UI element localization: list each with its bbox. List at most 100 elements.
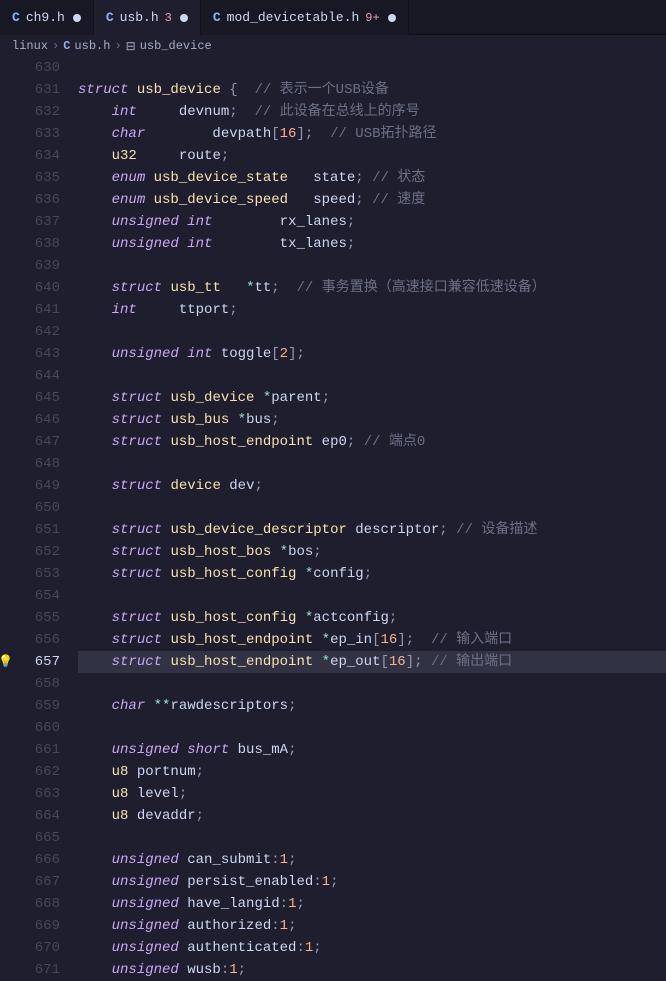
dirty-dot-icon	[73, 14, 81, 22]
code-line[interactable]: unsigned short bus_mA;	[78, 739, 666, 761]
c-file-icon: C	[213, 10, 221, 25]
line-number: 639	[0, 255, 60, 277]
line-number: 670	[0, 937, 60, 959]
code-line[interactable]: struct usb_bus *bus;	[78, 409, 666, 431]
code-line[interactable]	[78, 497, 666, 519]
line-number: 650	[0, 497, 60, 519]
line-number: 663	[0, 783, 60, 805]
line-number: 641	[0, 299, 60, 321]
tab-badge: 9+	[365, 11, 379, 25]
code-line[interactable]: enum usb_device_state state; // 状态	[78, 167, 666, 189]
line-number: 648	[0, 453, 60, 475]
code-line[interactable]: u8 devaddr;	[78, 805, 666, 827]
tab-label: mod_devicetable.h	[227, 10, 360, 25]
line-number: 658	[0, 673, 60, 695]
line-number: 668	[0, 893, 60, 915]
c-file-icon: C	[12, 10, 20, 25]
code-line[interactable]: unsigned int rx_lanes;	[78, 211, 666, 233]
line-number: 659	[0, 695, 60, 717]
code-line[interactable]	[78, 255, 666, 277]
tab-label: ch9.h	[26, 10, 65, 25]
code-line[interactable]: char devpath[16]; // USB拓扑路径	[78, 123, 666, 145]
line-number: 665	[0, 827, 60, 849]
code-line[interactable]: unsigned authenticated:1;	[78, 937, 666, 959]
code-line[interactable]	[78, 585, 666, 607]
line-number: 669	[0, 915, 60, 937]
code-line[interactable]: unsigned persist_enabled:1;	[78, 871, 666, 893]
code-line[interactable]: char **rawdescriptors;	[78, 695, 666, 717]
dirty-dot-icon	[180, 14, 188, 22]
code-line[interactable]	[78, 321, 666, 343]
tab-badge: 3	[165, 11, 172, 25]
line-number: 633	[0, 123, 60, 145]
line-number: 666	[0, 849, 60, 871]
code-line[interactable]: struct usb_host_endpoint *ep_out[16]; //…	[78, 651, 666, 673]
c-file-icon: C	[106, 10, 114, 25]
struct-icon: ⊟	[126, 39, 136, 54]
code-area[interactable]: struct usb_device { // 表示一个USB设备 int dev…	[78, 57, 666, 972]
line-number: 653	[0, 563, 60, 585]
code-line[interactable]: struct usb_host_config *config;	[78, 563, 666, 585]
line-number: 647	[0, 431, 60, 453]
code-line[interactable]: unsigned int toggle[2];	[78, 343, 666, 365]
code-line[interactable]: int devnum; // 此设备在总线上的序号	[78, 101, 666, 123]
bc-folder: linux	[12, 39, 48, 53]
code-line[interactable]	[78, 453, 666, 475]
code-line[interactable]: u8 level;	[78, 783, 666, 805]
code-line[interactable]: unsigned have_langid:1;	[78, 893, 666, 915]
line-number: 632	[0, 101, 60, 123]
code-line[interactable]: struct usb_host_endpoint ep0; // 端点0	[78, 431, 666, 453]
code-line[interactable]: unsigned authorized:1;	[78, 915, 666, 937]
line-number: 664	[0, 805, 60, 827]
gutter: 6306316326336346356366376386396406416426…	[0, 57, 78, 972]
line-number: 637	[0, 211, 60, 233]
code-line[interactable]: struct usb_host_bos *bos;	[78, 541, 666, 563]
editor[interactable]: 6306316326336346356366376386396406416426…	[0, 57, 666, 972]
code-line[interactable]	[78, 365, 666, 387]
line-number: 636	[0, 189, 60, 211]
code-line[interactable]	[78, 717, 666, 739]
line-number: 654	[0, 585, 60, 607]
code-line[interactable]: struct usb_tt *tt; // 事务置换（高速接口兼容低速设备）	[78, 277, 666, 299]
code-line[interactable]	[78, 827, 666, 849]
code-line[interactable]: struct usb_host_config *actconfig;	[78, 607, 666, 629]
line-number: 630	[0, 57, 60, 79]
line-number: 662	[0, 761, 60, 783]
tab-label: usb.h	[120, 10, 159, 25]
code-line[interactable]: int ttport;	[78, 299, 666, 321]
code-line[interactable]: u8 portnum;	[78, 761, 666, 783]
code-line[interactable]: unsigned can_submit:1;	[78, 849, 666, 871]
line-number: 657💡	[0, 651, 60, 673]
c-file-icon: C	[63, 39, 70, 53]
code-line[interactable]	[78, 673, 666, 695]
code-line[interactable]: struct usb_device *parent;	[78, 387, 666, 409]
line-number: 640	[0, 277, 60, 299]
bc-symbol: usb_device	[140, 39, 212, 53]
tab-mod_devicetable-h[interactable]: Cmod_devicetable.h 9+	[201, 0, 409, 35]
code-line[interactable]	[78, 57, 666, 79]
line-number: 634	[0, 145, 60, 167]
tab-usb-h[interactable]: Cusb.h 3	[94, 0, 201, 35]
code-line[interactable]: unsigned int tx_lanes;	[78, 233, 666, 255]
code-line[interactable]: struct usb_device_descriptor descriptor;…	[78, 519, 666, 541]
code-line[interactable]: unsigned wusb:1;	[78, 959, 666, 981]
bc-file: usb.h	[74, 39, 110, 53]
breadcrumb[interactable]: linux › C usb.h › ⊟ usb_device	[0, 35, 666, 57]
line-number: 649	[0, 475, 60, 497]
line-number: 646	[0, 409, 60, 431]
code-line[interactable]: enum usb_device_speed speed; // 速度	[78, 189, 666, 211]
code-line[interactable]: struct usb_device { // 表示一个USB设备	[78, 79, 666, 101]
line-number: 642	[0, 321, 60, 343]
line-number: 651	[0, 519, 60, 541]
tab-bar: Cch9.hCusb.h3Cmod_devicetable.h9+	[0, 0, 666, 35]
line-number: 652	[0, 541, 60, 563]
lightbulb-icon[interactable]: 💡	[0, 651, 13, 673]
line-number: 643	[0, 343, 60, 365]
line-number: 638	[0, 233, 60, 255]
code-line[interactable]: u32 route;	[78, 145, 666, 167]
code-line[interactable]: struct device dev;	[78, 475, 666, 497]
tab-ch9-h[interactable]: Cch9.h	[0, 0, 94, 35]
code-line[interactable]: struct usb_host_endpoint *ep_in[16]; // …	[78, 629, 666, 651]
line-number: 660	[0, 717, 60, 739]
line-number: 631	[0, 79, 60, 101]
